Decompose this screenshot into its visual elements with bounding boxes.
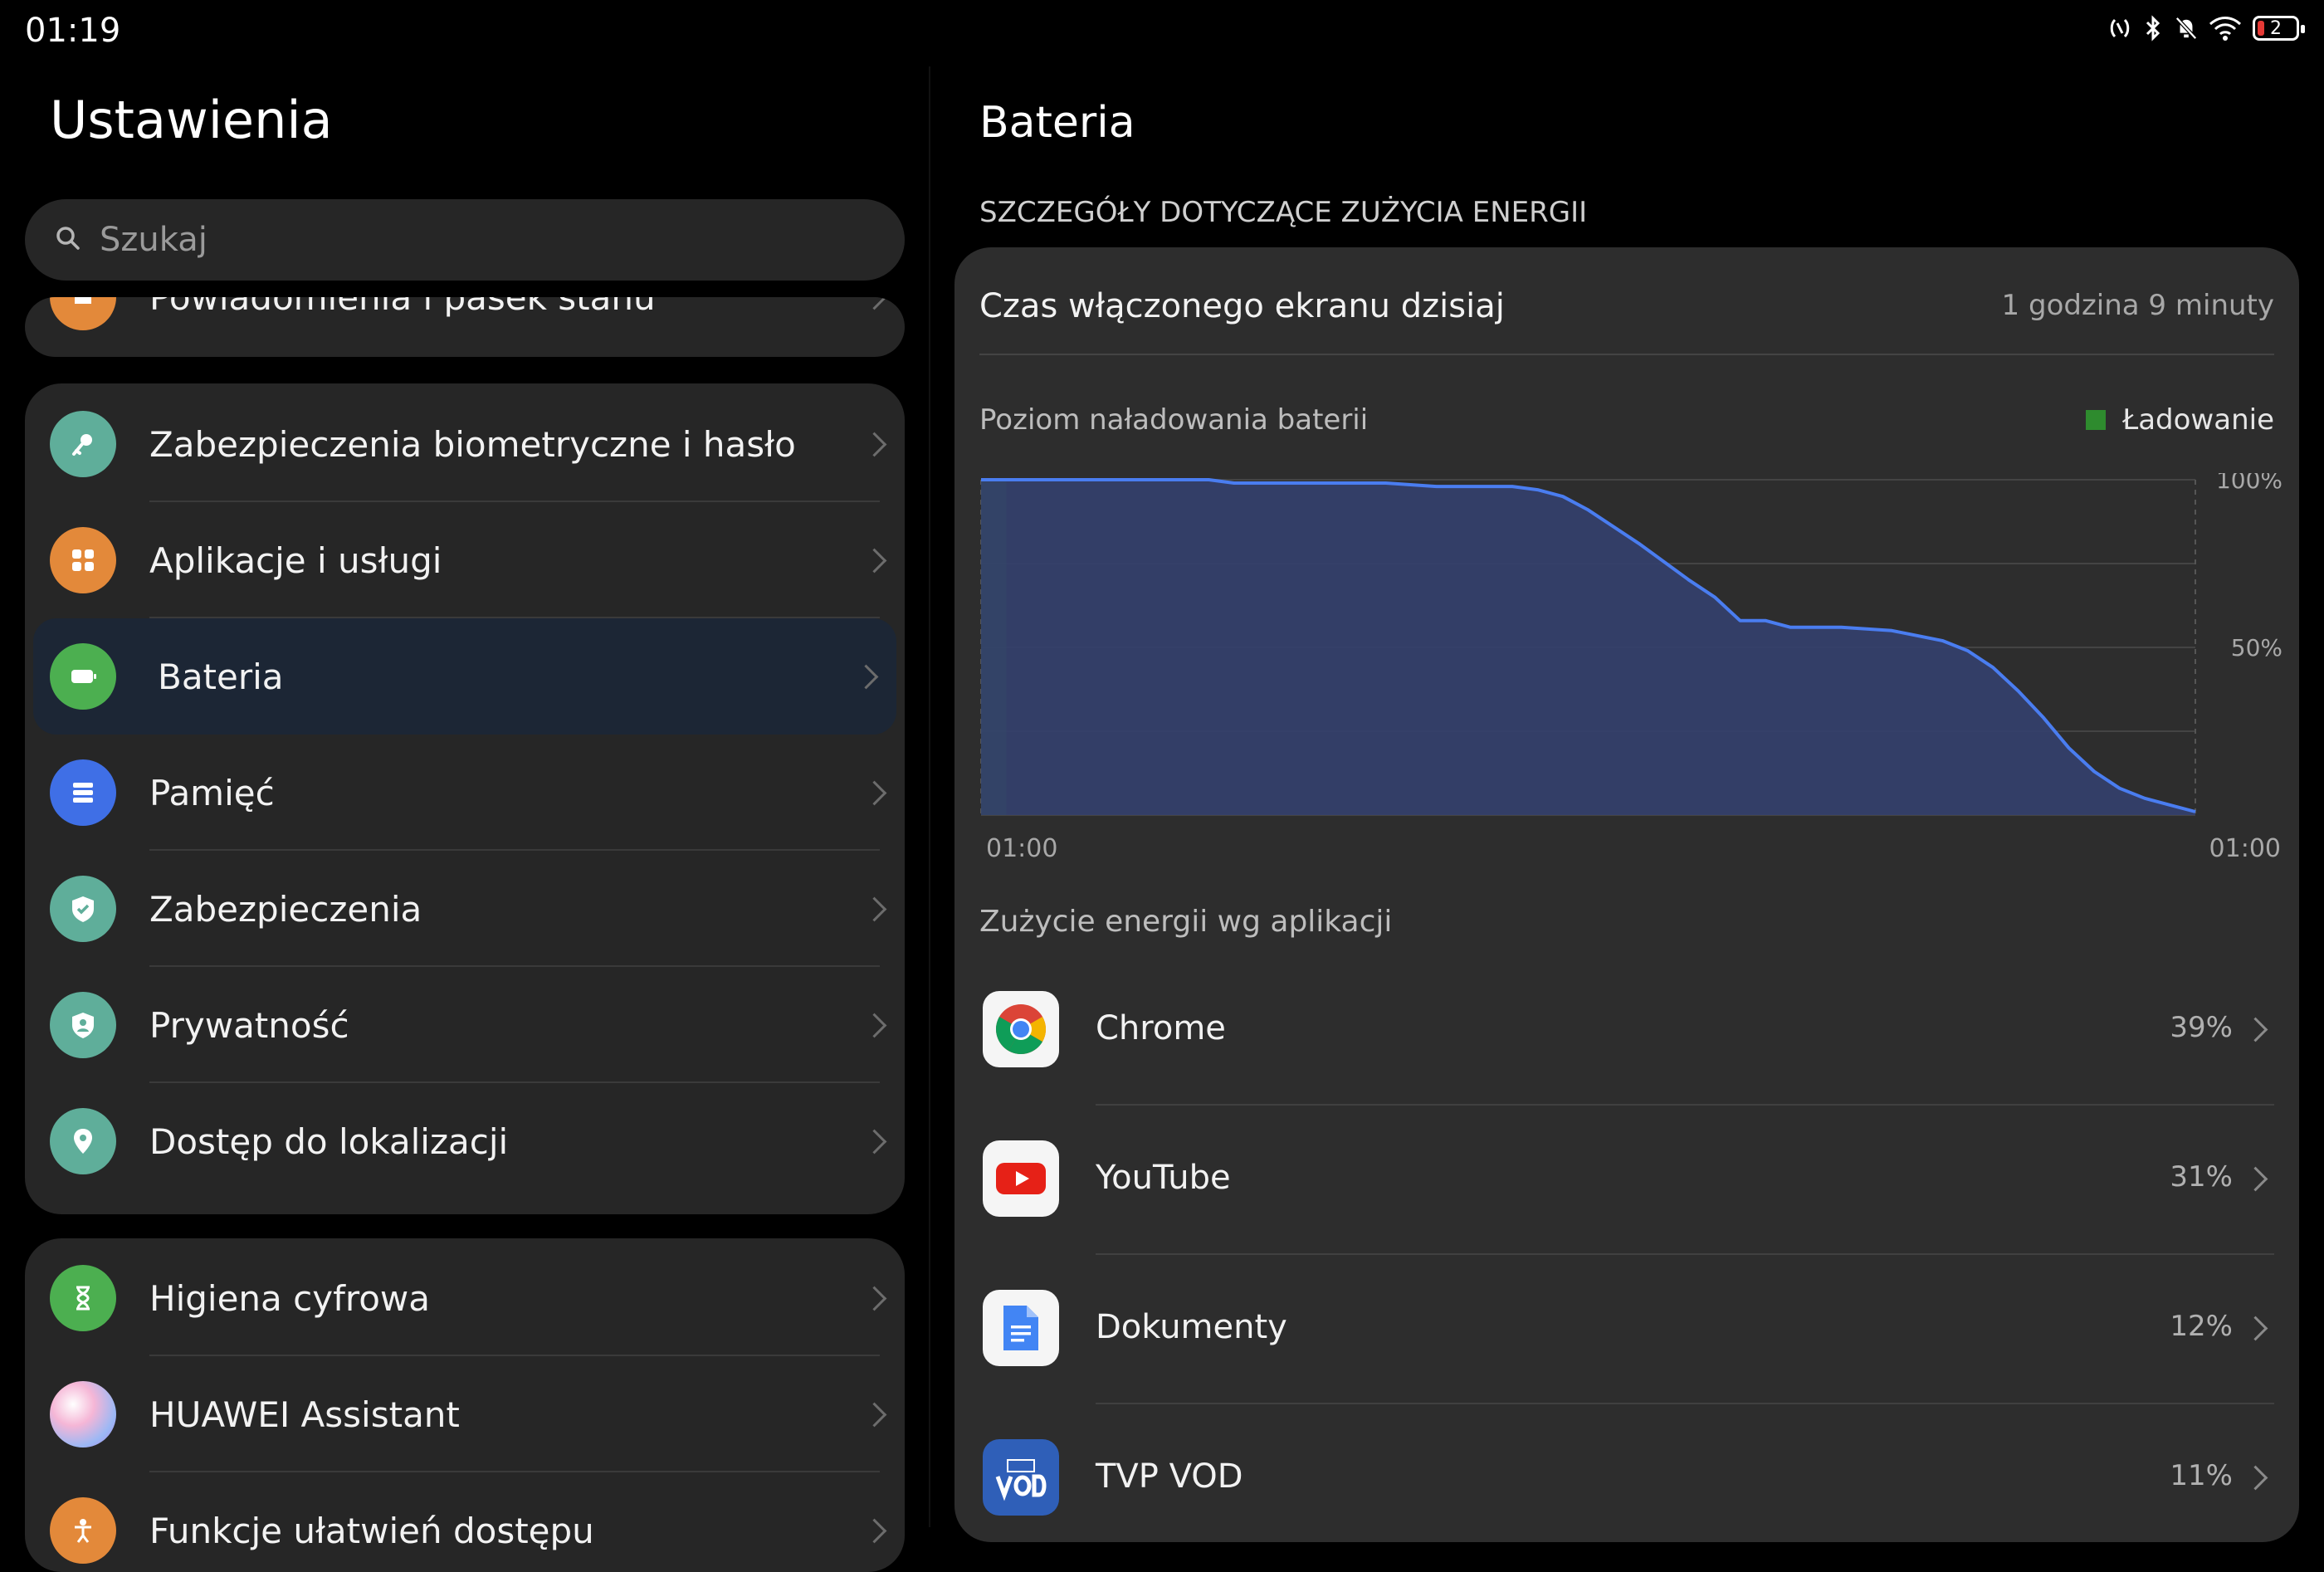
- settings-item-label: Prywatność: [149, 1004, 349, 1046]
- settings-group-1: Zabezpieczenia biometryczne i hasło Apli…: [25, 383, 905, 1214]
- chevron-right-icon: [2243, 1166, 2268, 1192]
- detail-title: Bateria: [979, 98, 1135, 148]
- chevron-right-icon: [862, 896, 887, 921]
- wifi-icon: [2208, 15, 2243, 41]
- chevron-right-icon: [862, 1129, 887, 1154]
- chart-y-tick-label: 50%: [2231, 634, 2282, 662]
- accessibility-icon: [50, 1497, 116, 1564]
- bluetooth-icon: [2141, 15, 2165, 41]
- screen-time-value: 1 godzina 9 minuty: [2001, 289, 2274, 322]
- app-name: YouTube: [1096, 1159, 1231, 1197]
- search-icon: [55, 225, 81, 255]
- app-percent: 39%: [2170, 1011, 2233, 1044]
- chevron-right-icon: [2243, 1316, 2268, 1341]
- docs-icon: [983, 1290, 1059, 1366]
- app-percent: 31%: [2170, 1160, 2233, 1194]
- app-name: Dokumenty: [1096, 1308, 1287, 1346]
- chevron-right-icon: [862, 432, 887, 456]
- screen-time-label: Czas włączonego ekranu dzisiaj: [979, 287, 1505, 325]
- chevron-right-icon: [853, 664, 879, 689]
- app-name: TVP VOD: [1096, 1457, 1243, 1496]
- chart-x-tick-label: 01:00: [986, 834, 1057, 863]
- settings-item-label: Powiadomienia i pasek stanu: [149, 297, 656, 318]
- chart-x-tick-label: 01:00: [2209, 834, 2281, 863]
- status-icons: 2: [2108, 15, 2305, 41]
- divider: [979, 354, 2274, 355]
- settings-item-notifications[interactable]: Powiadomienia i pasek stanu: [25, 297, 905, 355]
- settings-item-label: Zabezpieczenia: [149, 888, 422, 930]
- shield-check-icon: [50, 876, 116, 942]
- app-row-tvp-vod[interactable]: TVP VOD 11%: [979, 1404, 2274, 1554]
- chevron-right-icon: [2243, 1465, 2268, 1491]
- app-row-youtube[interactable]: YouTube 31%: [979, 1106, 2274, 1255]
- settings-item-label: Dostęp do lokalizacji: [149, 1120, 509, 1162]
- settings-group-partial: Powiadomienia i pasek stanu: [25, 297, 905, 357]
- settings-item-apps[interactable]: Aplikacje i usługi: [25, 502, 905, 618]
- chrome-icon: [983, 991, 1059, 1067]
- battery-level-text: 2: [2270, 17, 2282, 39]
- settings-item-label: Higiena cyfrowa: [149, 1277, 430, 1319]
- assistant-orb-icon: [50, 1381, 116, 1448]
- settings-item-privacy[interactable]: Prywatność: [25, 967, 905, 1083]
- nfc-icon: [2108, 15, 2131, 41]
- settings-item-label: Bateria: [158, 656, 284, 697]
- app-percent: 11%: [2170, 1459, 2233, 1492]
- section-header: SZCZEGÓŁY DOTYCZĄCE ZUŻYCIA ENERGII: [979, 196, 1588, 229]
- search-input[interactable]: Szukaj: [25, 199, 905, 281]
- chevron-right-icon: [862, 1518, 887, 1543]
- search-placeholder: Szukaj: [100, 221, 208, 259]
- storage-icon: [50, 759, 116, 826]
- apps-icon: [50, 527, 116, 593]
- chevron-right-icon: [862, 1286, 887, 1311]
- bell-muted-icon: [2175, 15, 2198, 41]
- battery-icon: [50, 643, 116, 710]
- legend-label: Ładowanie: [2122, 403, 2274, 437]
- pane-divider: [929, 66, 930, 1527]
- location-pin-icon: [50, 1108, 116, 1174]
- settings-item-label: Zabezpieczenia biometryczne i hasło: [149, 423, 796, 465]
- page-title: Ustawienia: [50, 90, 333, 150]
- settings-item-storage[interactable]: Pamięć: [25, 735, 905, 851]
- status-time: 01:19: [25, 12, 121, 50]
- settings-item-digital-wellbeing[interactable]: Higiena cyfrowa: [25, 1240, 905, 1356]
- chevron-right-icon: [862, 780, 887, 805]
- key-icon: [50, 411, 116, 477]
- app-row-chrome[interactable]: Chrome 39%: [979, 956, 2274, 1106]
- chart-legend: Ładowanie: [2086, 403, 2274, 437]
- settings-item-accessibility[interactable]: Funkcje ułatwień dostępu: [25, 1472, 905, 1572]
- hourglass-icon: [50, 1265, 116, 1331]
- settings-item-label: Pamięć: [149, 772, 275, 813]
- settings-item-label: Funkcje ułatwień dostępu: [149, 1510, 594, 1551]
- settings-item-huawei-assistant[interactable]: HUAWEI Assistant: [25, 1356, 905, 1472]
- chart-y-tick-label: 100%: [2216, 473, 2282, 494]
- battery-level-chart[interactable]: 100% 50% 01:00 01:00: [979, 473, 2291, 863]
- apps-usage-label: Zużycie energii wg aplikacji: [979, 905, 1393, 939]
- app-name: Chrome: [1096, 1009, 1226, 1047]
- chevron-right-icon: [2243, 1017, 2268, 1042]
- tvp-vod-icon: [983, 1439, 1059, 1516]
- settings-group-2: Higiena cyfrowa HUAWEI Assistant Funkcje…: [25, 1238, 905, 1572]
- settings-item-security[interactable]: Zabezpieczenia: [25, 851, 905, 967]
- settings-item-biometrics[interactable]: Zabezpieczenia biometryczne i hasło: [25, 386, 905, 502]
- chevron-right-icon: [862, 1402, 887, 1427]
- bell-icon: [50, 297, 116, 330]
- app-percent: 12%: [2170, 1310, 2233, 1343]
- youtube-icon: [983, 1140, 1059, 1217]
- legend-swatch-charging: [2086, 410, 2107, 430]
- privacy-shield-icon: [50, 992, 116, 1058]
- settings-item-battery[interactable]: Bateria: [33, 618, 896, 735]
- settings-item-label: HUAWEI Assistant: [149, 1394, 460, 1435]
- chevron-right-icon: [862, 297, 887, 310]
- chevron-right-icon: [862, 1013, 887, 1037]
- app-row-docs[interactable]: Dokumenty 12%: [979, 1255, 2274, 1404]
- chart-title: Poziom naładowania baterii: [979, 403, 1369, 437]
- battery-icon: 2: [2253, 16, 2305, 41]
- settings-item-location[interactable]: Dostęp do lokalizacji: [25, 1083, 905, 1199]
- settings-item-label: Aplikacje i usługi: [149, 539, 442, 581]
- chevron-right-icon: [862, 548, 887, 573]
